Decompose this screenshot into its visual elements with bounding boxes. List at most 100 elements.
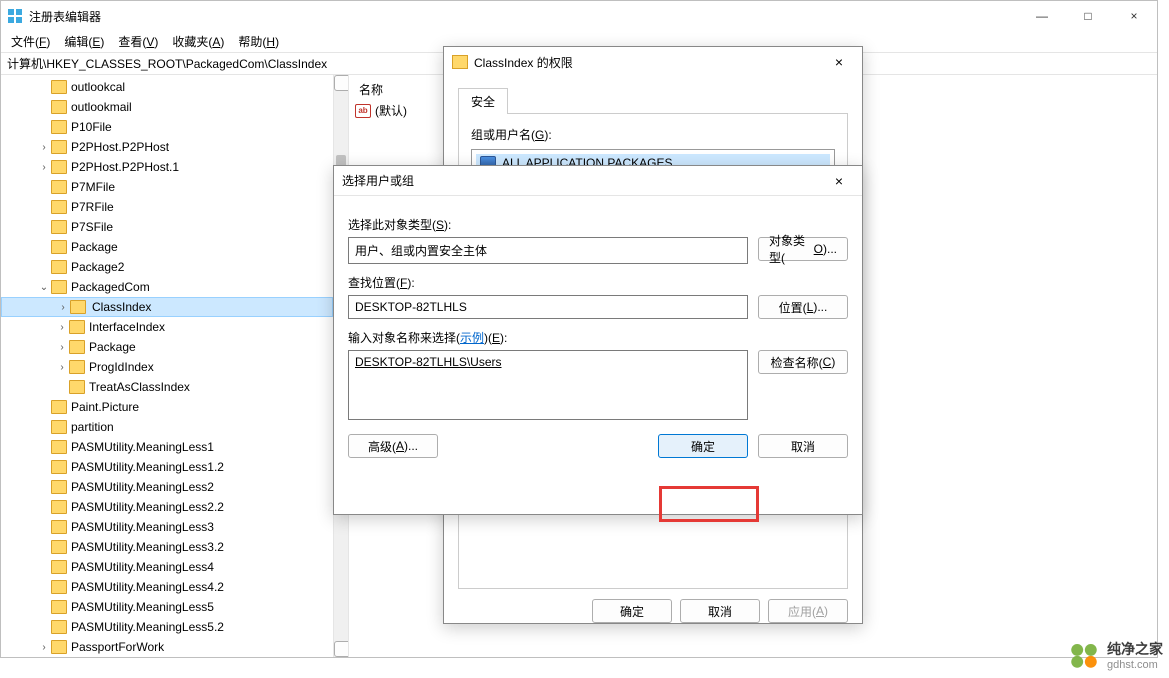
tree-item[interactable]: Package <box>1 237 333 257</box>
advanced-button[interactable]: 高级(A)... <box>348 434 438 458</box>
scroll-up-button[interactable]: ▲ <box>334 75 349 91</box>
menu-view[interactable]: 查看(V) <box>112 31 164 52</box>
tree-item[interactable]: PASMUtility.MeaningLess3.2 <box>1 537 333 557</box>
folder-icon <box>51 140 67 154</box>
menu-file[interactable]: 文件(F) <box>5 31 56 52</box>
tree-item[interactable]: PASMUtility.MeaningLess2.2 <box>1 497 333 517</box>
folder-icon <box>51 220 67 234</box>
tree-item[interactable]: › ProgIdIndex <box>1 357 333 377</box>
tree-item[interactable]: TreatAsClassIndex <box>1 377 333 397</box>
tree-item[interactable]: Package2 <box>1 257 333 277</box>
tree-item-label: PASMUtility.MeaningLess3.2 <box>71 540 224 554</box>
folder-icon <box>51 100 67 114</box>
menu-edit[interactable]: 编辑(E) <box>58 31 110 52</box>
folder-icon <box>51 440 67 454</box>
folder-icon <box>51 80 67 94</box>
tree-item-label: TreatAsClassIndex <box>89 380 190 394</box>
expand-icon[interactable]: › <box>56 302 70 313</box>
tree-item-label: PASMUtility.MeaningLess2.2 <box>71 500 224 514</box>
tree-item[interactable]: PASMUtility.MeaningLess1 <box>1 437 333 457</box>
window-title: 注册表编辑器 <box>29 8 101 25</box>
expand-icon[interactable]: › <box>55 362 69 373</box>
examples-link[interactable]: 示例 <box>460 331 484 345</box>
object-type-label: 选择此对象类型(S): <box>348 216 848 233</box>
select-dialog-close-button[interactable]: × <box>824 166 854 196</box>
tree-item[interactable]: ⌄ PackagedCom <box>1 277 333 297</box>
tree-item[interactable]: PASMUtility.MeaningLess2 <box>1 477 333 497</box>
tree-item[interactable]: ›PassportForWork <box>1 637 333 657</box>
close-button[interactable]: × <box>1111 1 1157 31</box>
tree-item[interactable]: outlookcal <box>1 77 333 97</box>
tree-item-label: ClassIndex <box>90 300 153 314</box>
tree-item-label: Package2 <box>71 260 124 274</box>
locations-button[interactable]: 位置(L)... <box>758 295 848 319</box>
tree-item[interactable]: P7SFile <box>1 217 333 237</box>
maximize-button[interactable]: □ <box>1065 1 1111 31</box>
folder-icon <box>51 280 67 294</box>
permissions-ok-button[interactable]: 确定 <box>592 599 672 623</box>
tree-item[interactable]: outlookmail <box>1 97 333 117</box>
cancel-button[interactable]: 取消 <box>758 434 848 458</box>
tree-item[interactable]: PASMUtility.MeaningLess1.2 <box>1 457 333 477</box>
folder-icon <box>51 160 67 174</box>
tree-item-label: ProgIdIndex <box>89 360 154 374</box>
string-value-icon: ab <box>355 104 371 118</box>
tree-item[interactable]: P10File <box>1 117 333 137</box>
tree-item-label: Package <box>89 340 136 354</box>
tree-item[interactable]: PASMUtility.MeaningLess3 <box>1 517 333 537</box>
folder-icon <box>51 580 67 594</box>
select-users-dialog: 选择用户或组 × 选择此对象类型(S): 用户、组或内置安全主体 对象类型(O)… <box>333 165 863 515</box>
tree-item[interactable]: › Package <box>1 337 333 357</box>
object-types-button[interactable]: 对象类型(O)... <box>758 237 848 261</box>
tree-item[interactable]: ›InterfaceIndex <box>1 317 333 337</box>
folder-icon <box>51 120 67 134</box>
tree-item-label: PackagedCom <box>71 280 150 294</box>
expand-icon[interactable]: › <box>55 322 69 333</box>
tree-item[interactable]: PASMUtility.MeaningLess4 <box>1 557 333 577</box>
folder-icon <box>51 620 67 634</box>
menu-help[interactable]: 帮助(H) <box>232 31 285 52</box>
tree-item[interactable]: › P2PHost.P2PHost <box>1 137 333 157</box>
tree-item[interactable]: P7RFile <box>1 197 333 217</box>
object-names-input[interactable]: DESKTOP-82TLHLS\Users <box>348 350 748 420</box>
permissions-close-button[interactable]: × <box>824 47 854 77</box>
ok-button[interactable]: 确定 <box>658 434 748 458</box>
folder-icon <box>51 520 67 534</box>
tree-item-label: PASMUtility.MeaningLess5.2 <box>71 620 224 634</box>
folder-icon <box>70 300 86 314</box>
menu-favorites[interactable]: 收藏夹(A) <box>166 31 230 52</box>
tab-security[interactable]: 安全 <box>458 88 508 114</box>
folder-icon <box>51 240 67 254</box>
tree-item-label: PASMUtility.MeaningLess2 <box>71 480 214 494</box>
check-names-button[interactable]: 检查名称(C) <box>758 350 848 374</box>
tree-item[interactable]: Paint.Picture <box>1 397 333 417</box>
expand-icon[interactable]: › <box>37 142 51 153</box>
scroll-down-button[interactable]: ▼ <box>334 641 349 657</box>
tree-item-label: PASMUtility.MeaningLess5 <box>71 600 214 614</box>
tree-item[interactable]: PASMUtility.MeaningLess4.2 <box>1 577 333 597</box>
folder-icon <box>51 460 67 474</box>
folder-icon <box>51 600 67 614</box>
tree-pane: outlookcaloutlookmailP10File›P2PHost.P2P… <box>1 75 349 657</box>
tree-item[interactable]: PASMUtility.MeaningLess5.2 <box>1 617 333 637</box>
folder-icon <box>51 180 67 194</box>
tree-item[interactable]: PASMUtility.MeaningLess5 <box>1 597 333 617</box>
folder-icon <box>51 500 67 514</box>
col-name[interactable]: 名称 <box>359 81 383 98</box>
expand-icon[interactable]: › <box>37 162 51 173</box>
expand-icon[interactable]: › <box>55 342 69 353</box>
tree-item-label: partition <box>71 420 114 434</box>
tree-item[interactable]: partition <box>1 417 333 437</box>
tree-item-label: outlookcal <box>71 80 125 94</box>
tree-item-label: P2PHost.P2PHost <box>71 140 169 154</box>
tree-item[interactable]: › ClassIndex <box>1 297 333 317</box>
expand-icon[interactable]: › <box>37 642 51 653</box>
minimize-button[interactable]: — <box>1019 1 1065 31</box>
tree-item[interactable]: P7MFile <box>1 177 333 197</box>
folder-icon <box>51 640 67 654</box>
tree-item[interactable]: ›P2PHost.P2PHost.1 <box>1 157 333 177</box>
titlebar: 注册表编辑器 — □ × <box>1 1 1157 31</box>
expand-icon[interactable]: ⌄ <box>37 282 51 293</box>
folder-icon <box>69 380 85 394</box>
permissions-cancel-button[interactable]: 取消 <box>680 599 760 623</box>
